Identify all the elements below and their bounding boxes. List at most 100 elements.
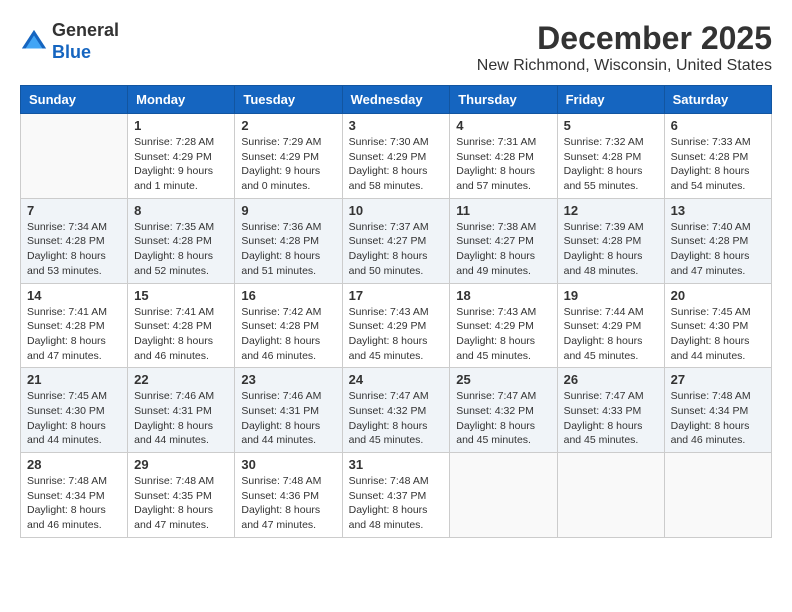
location-title: New Richmond, Wisconsin, United States (477, 57, 772, 75)
day-number: 3 (349, 118, 444, 133)
logo-icon (20, 28, 48, 56)
day-number: 26 (564, 372, 658, 387)
table-row: 5 Sunrise: 7:32 AMSunset: 4:28 PMDaylight… (557, 114, 664, 199)
table-row: 17 Sunrise: 7:43 AMSunset: 4:29 PMDayligh… (342, 283, 450, 368)
calendar-week-row: 21 Sunrise: 7:45 AMSunset: 4:30 PMDayligh… (21, 368, 772, 453)
calendar-table: Sunday Monday Tuesday Wednesday Thursday… (20, 85, 772, 538)
day-info: Sunrise: 7:29 AMSunset: 4:29 PMDaylight:… (241, 135, 335, 194)
day-number: 13 (671, 203, 765, 218)
day-info: Sunrise: 7:45 AMSunset: 4:30 PMDaylight:… (27, 389, 121, 448)
header-friday: Friday (557, 86, 664, 114)
table-row: 19Sunrise: 7:44 AMSunset: 4:29 PMDayligh… (557, 283, 664, 368)
day-number: 8 (134, 203, 228, 218)
day-number: 18 (456, 288, 550, 303)
day-info: Sunrise: 7:41 AMSunset: 4:28 PMDaylight:… (27, 305, 121, 364)
day-number: 12 (564, 203, 658, 218)
table-row: 27 Sunrise: 7:48 AMSunset: 4:34 PMDayligh… (664, 368, 771, 453)
day-number: 1 (134, 118, 228, 133)
day-number: 9 (241, 203, 335, 218)
day-number: 10 (349, 203, 444, 218)
header-saturday: Saturday (664, 86, 771, 114)
table-row: 12Sunrise: 7:39 AMSunset: 4:28 PMDayligh… (557, 198, 664, 283)
day-number: 2 (241, 118, 335, 133)
day-info: Sunrise: 7:43 AMSunset: 4:29 PMDaylight:… (349, 305, 444, 364)
table-row: 31 Sunrise: 7:48 AMSunset: 4:37 PMDayligh… (342, 453, 450, 538)
day-number: 4 (456, 118, 550, 133)
day-number: 17 (349, 288, 444, 303)
table-row: 11 Sunrise: 7:38 AMSunset: 4:27 PMDayligh… (450, 198, 557, 283)
calendar-header-row: Sunday Monday Tuesday Wednesday Thursday… (21, 86, 772, 114)
day-info: Sunrise: 7:42 AMSunset: 4:28 PMDaylight:… (241, 305, 335, 364)
table-row: 7Sunrise: 7:34 AMSunset: 4:28 PMDaylight… (21, 198, 128, 283)
day-number: 5 (564, 118, 658, 133)
day-info: Sunrise: 7:48 AMSunset: 4:36 PMDaylight:… (241, 474, 335, 533)
logo-text: General Blue (52, 20, 119, 63)
table-row: 25 Sunrise: 7:47 AMSunset: 4:32 PMDayligh… (450, 368, 557, 453)
page-header: General Blue December 2025 New Richmond,… (20, 20, 772, 75)
table-row: 8 Sunrise: 7:35 AMSunset: 4:28 PMDaylight… (128, 198, 235, 283)
table-row: 15 Sunrise: 7:41 AMSunset: 4:28 PMDayligh… (128, 283, 235, 368)
table-row: 10Sunrise: 7:37 AMSunset: 4:27 PMDayligh… (342, 198, 450, 283)
day-number: 23 (241, 372, 335, 387)
day-info: Sunrise: 7:30 AMSunset: 4:29 PMDaylight:… (349, 135, 444, 194)
table-row: 14 Sunrise: 7:41 AMSunset: 4:28 PMDayligh… (21, 283, 128, 368)
day-number: 25 (456, 372, 550, 387)
table-row: 23 Sunrise: 7:46 AMSunset: 4:31 PMDayligh… (235, 368, 342, 453)
table-row (664, 453, 771, 538)
day-number: 22 (134, 372, 228, 387)
header-tuesday: Tuesday (235, 86, 342, 114)
table-row: 3 Sunrise: 7:30 AMSunset: 4:29 PMDaylight… (342, 114, 450, 199)
day-info: Sunrise: 7:46 AMSunset: 4:31 PMDaylight:… (134, 389, 228, 448)
day-info: Sunrise: 7:43 AMSunset: 4:29 PMDaylight:… (456, 305, 550, 364)
header-wednesday: Wednesday (342, 86, 450, 114)
day-info: Sunrise: 7:46 AMSunset: 4:31 PMDaylight:… (241, 389, 335, 448)
day-number: 31 (349, 457, 444, 472)
day-info: Sunrise: 7:48 AMSunset: 4:37 PMDaylight:… (349, 474, 444, 533)
day-info: Sunrise: 7:41 AMSunset: 4:28 PMDaylight:… (134, 305, 228, 364)
day-info: Sunrise: 7:31 AMSunset: 4:28 PMDaylight:… (456, 135, 550, 194)
table-row: 18 Sunrise: 7:43 AMSunset: 4:29 PMDayligh… (450, 283, 557, 368)
day-number: 24 (349, 372, 444, 387)
calendar-week-row: 7Sunrise: 7:34 AMSunset: 4:28 PMDaylight… (21, 198, 772, 283)
day-info: Sunrise: 7:38 AMSunset: 4:27 PMDaylight:… (456, 220, 550, 279)
day-info: Sunrise: 7:48 AMSunset: 4:34 PMDaylight:… (671, 389, 765, 448)
day-number: 16 (241, 288, 335, 303)
logo-blue: Blue (52, 42, 91, 62)
day-number: 19 (564, 288, 658, 303)
table-row: 4 Sunrise: 7:31 AMSunset: 4:28 PMDaylight… (450, 114, 557, 199)
day-info: Sunrise: 7:33 AMSunset: 4:28 PMDaylight:… (671, 135, 765, 194)
day-info: Sunrise: 7:36 AMSunset: 4:28 PMDaylight:… (241, 220, 335, 279)
title-section: December 2025 New Richmond, Wisconsin, U… (477, 20, 772, 75)
table-row: 24Sunrise: 7:47 AMSunset: 4:32 PMDayligh… (342, 368, 450, 453)
table-row: 2 Sunrise: 7:29 AMSunset: 4:29 PMDaylight… (235, 114, 342, 199)
header-sunday: Sunday (21, 86, 128, 114)
day-info: Sunrise: 7:40 AMSunset: 4:28 PMDaylight:… (671, 220, 765, 279)
table-row: 29Sunrise: 7:48 AMSunset: 4:35 PMDayligh… (128, 453, 235, 538)
day-number: 14 (27, 288, 121, 303)
header-monday: Monday (128, 86, 235, 114)
calendar-week-row: 28Sunrise: 7:48 AMSunset: 4:34 PMDayligh… (21, 453, 772, 538)
table-row (557, 453, 664, 538)
day-number: 21 (27, 372, 121, 387)
day-info: Sunrise: 7:47 AMSunset: 4:33 PMDaylight:… (564, 389, 658, 448)
day-number: 28 (27, 457, 121, 472)
day-info: Sunrise: 7:32 AMSunset: 4:28 PMDaylight:… (564, 135, 658, 194)
table-row: 30Sunrise: 7:48 AMSunset: 4:36 PMDayligh… (235, 453, 342, 538)
day-number: 7 (27, 203, 121, 218)
day-number: 15 (134, 288, 228, 303)
table-row (450, 453, 557, 538)
day-number: 11 (456, 203, 550, 218)
day-info: Sunrise: 7:35 AMSunset: 4:28 PMDaylight:… (134, 220, 228, 279)
day-info: Sunrise: 7:48 AMSunset: 4:35 PMDaylight:… (134, 474, 228, 533)
table-row: 22 Sunrise: 7:46 AMSunset: 4:31 PMDayligh… (128, 368, 235, 453)
day-number: 27 (671, 372, 765, 387)
table-row: 21 Sunrise: 7:45 AMSunset: 4:30 PMDayligh… (21, 368, 128, 453)
table-row: 9 Sunrise: 7:36 AMSunset: 4:28 PMDaylight… (235, 198, 342, 283)
table-row: 26 Sunrise: 7:47 AMSunset: 4:33 PMDayligh… (557, 368, 664, 453)
day-info: Sunrise: 7:28 AMSunset: 4:29 PMDaylight:… (134, 135, 228, 194)
table-row: 28Sunrise: 7:48 AMSunset: 4:34 PMDayligh… (21, 453, 128, 538)
logo-general: General (52, 20, 119, 40)
day-info: Sunrise: 7:47 AMSunset: 4:32 PMDaylight:… (456, 389, 550, 448)
month-title: December 2025 (477, 20, 772, 57)
table-row: 16 Sunrise: 7:42 AMSunset: 4:28 PMDayligh… (235, 283, 342, 368)
